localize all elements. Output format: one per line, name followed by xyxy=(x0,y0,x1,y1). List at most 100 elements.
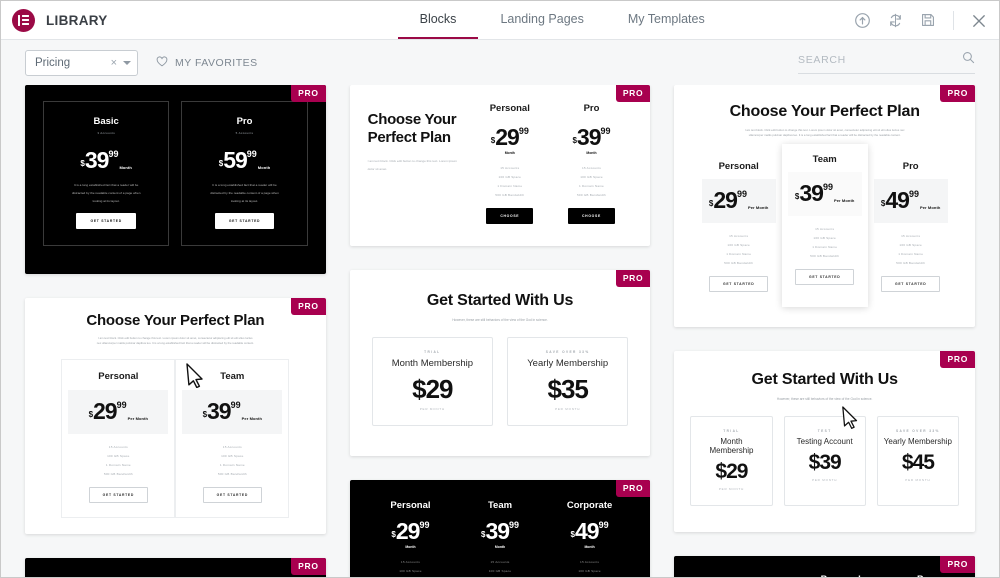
search-input[interactable] xyxy=(798,54,962,66)
feature-item: 1 Domain Name xyxy=(579,183,604,188)
plan-eyebrow: SAVE OVER 33% xyxy=(545,349,590,354)
pricing-tier: Personal $29 99 Per Month 15 Accounts 100 … xyxy=(61,358,176,518)
feature-item: 500 GB Bandwidth xyxy=(103,471,133,476)
pro-badge: PRO xyxy=(291,557,326,575)
feature-item: 100 GB Space xyxy=(580,174,603,179)
template-card[interactable]: PRO Basic 1 Account Advanced 3 Accounts … xyxy=(25,557,326,577)
plan-eyebrow: TRIAL xyxy=(424,349,441,354)
elementor-library-modal: LIBRARY Blocks Landing Pages My Template… xyxy=(0,0,1000,578)
feature-list: 15 Accounts 100 GB Space 1 Domain Name 5… xyxy=(182,443,282,479)
category-filter-select[interactable]: Pricing × xyxy=(25,49,138,76)
feature-item: 1 Domain Name xyxy=(898,251,924,256)
pro-badge: PRO xyxy=(940,85,976,102)
feature-list: 15 Accounts 100 GB Space 1 Domain Name xyxy=(366,558,456,577)
feature-item: 15 Accounts xyxy=(581,166,602,170)
price-amount: 49 xyxy=(885,186,910,213)
tab-landing-pages-label: Landing Pages xyxy=(500,12,584,26)
tab-landing-pages[interactable]: Landing Pages xyxy=(478,1,605,39)
price-amount: 39 xyxy=(84,147,110,173)
get-started-button[interactable]: GET STARTED xyxy=(880,275,941,292)
price-cents: 99 xyxy=(736,188,747,199)
plan-name: Testing Account xyxy=(796,436,853,446)
price-cents: 99 xyxy=(419,520,430,531)
page-title: LIBRARY xyxy=(46,12,108,28)
template-card[interactable]: PRO Personal $29 99 Month 15 Accounts 10… xyxy=(349,480,651,577)
tab-my-templates-label: My Templates xyxy=(627,12,705,26)
library-tabs: Blocks Landing Pages My Templates xyxy=(397,1,727,39)
price-cents: 99 xyxy=(518,126,529,136)
block-description: However, these are still behaviors of th… xyxy=(452,317,548,322)
get-started-button[interactable]: GET STARTED xyxy=(88,486,149,503)
pro-badge: PRO xyxy=(615,480,651,498)
plan-name: Team xyxy=(220,370,245,382)
membership-box: TRIAL Month Membership $29 PER MONTH xyxy=(371,336,494,427)
plan-name: Personal xyxy=(718,160,759,172)
plan-name: Personal xyxy=(489,103,530,114)
my-favorites-button[interactable]: MY FAVORITES xyxy=(156,54,258,72)
feature-item: 100 GB Space xyxy=(813,235,836,240)
choose-button[interactable]: CHOOSE xyxy=(568,207,615,224)
search-box[interactable] xyxy=(798,51,975,74)
modal-header: LIBRARY Blocks Landing Pages My Template… xyxy=(1,1,999,40)
plan-name: Personal xyxy=(390,500,431,512)
feature-item: 1 Domain Name xyxy=(366,576,456,577)
price-period: PER MONTH xyxy=(718,486,745,491)
feature-list: 15 Accounts 100 GB Space 1 Domain Name xyxy=(545,558,635,577)
block-title: Choose Your Perfect Plan xyxy=(367,111,457,146)
plan-name: Personal xyxy=(821,574,861,577)
price-cents: 99 xyxy=(509,520,520,531)
feature-item: 100 GB Space xyxy=(727,242,750,247)
feature-item: 15 Accounts xyxy=(108,444,128,449)
price-amount: $39 xyxy=(808,450,842,474)
get-started-button[interactable]: GET STARTED xyxy=(202,486,263,503)
price-period: Month xyxy=(586,151,597,155)
grid-column-1: PRO Basic 3 Accounts $39 99 Month It is … xyxy=(25,85,326,577)
upload-icon[interactable] xyxy=(854,12,871,29)
get-started-button[interactable]: GET STARTED xyxy=(794,268,855,285)
price-amount: 39 xyxy=(485,518,510,545)
feature-item: 15 Accounts xyxy=(815,226,835,231)
template-card[interactable]: PRO Choose Your Perfect Plan I am text b… xyxy=(25,298,326,534)
pricing-tier: Team $39 99 Per Month 15 Accounts 100 GB S… xyxy=(175,358,290,518)
template-card[interactable]: PRO Choose Your Perfect Plan I am text b… xyxy=(349,85,651,246)
template-card[interactable]: PRO Choose Personal Pro xyxy=(674,555,976,577)
feature-item: 100 GB Space xyxy=(107,453,130,458)
template-card[interactable]: PRO Get Started With Us However, these a… xyxy=(674,350,976,532)
pricing-tier: Personal $29 99 Per Month 15 Accounts 100 … xyxy=(696,151,782,306)
get-started-button[interactable]: GET STARTED xyxy=(76,213,136,230)
plan-name: Month Membership xyxy=(391,357,473,369)
clear-filter-icon[interactable]: × xyxy=(111,57,117,69)
sync-icon[interactable] xyxy=(887,12,904,29)
price-period: Per Month xyxy=(747,204,769,210)
plan-name: Team xyxy=(812,153,837,165)
feature-item: 15 Accounts xyxy=(222,444,242,449)
search-icon[interactable] xyxy=(962,51,975,69)
price-period: PER MONTH xyxy=(905,477,931,482)
feature-item: 500 GB Bandwidth xyxy=(724,260,754,265)
get-started-button[interactable]: GET STARTED xyxy=(708,275,769,292)
price-period: Per Month xyxy=(127,415,149,421)
tab-blocks[interactable]: Blocks xyxy=(397,1,479,39)
block-title: Get Started With Us xyxy=(751,370,898,388)
plan-name: Pro xyxy=(917,574,933,577)
choose-button[interactable]: CHOOSE xyxy=(486,207,534,224)
feature-item: 15 Accounts xyxy=(490,560,510,565)
feature-list: 15 Accounts 100 GB Space 1 Domain Name 5… xyxy=(788,225,862,261)
pricing-tier: Personal xyxy=(821,574,861,577)
block-title: Choose Your Perfect Plan xyxy=(729,103,920,120)
template-card[interactable]: PRO Basic 3 Accounts $39 99 Month It is … xyxy=(25,85,326,275)
membership-box: TRIAL Month Membership $29 PER MONTH xyxy=(690,415,773,506)
block-description: I am text block. Click edit button to ch… xyxy=(367,159,457,172)
tab-my-templates[interactable]: My Templates xyxy=(606,1,727,39)
feature-item: 15 Accounts xyxy=(500,166,520,170)
price-amount: 39 xyxy=(799,179,824,206)
save-icon[interactable] xyxy=(920,12,937,29)
template-card[interactable]: PRO Get Started With Us However, these a… xyxy=(349,269,651,457)
feature-item: 500 GB Bandwidth xyxy=(576,192,606,197)
template-card[interactable]: PRO Choose Your Perfect Plan I am text b… xyxy=(674,85,976,327)
price-period: Month xyxy=(257,165,271,170)
close-icon[interactable] xyxy=(970,12,987,29)
feature-item: 1 Domain Name xyxy=(455,576,545,577)
price-cents: 99 xyxy=(908,188,919,199)
get-started-button[interactable]: GET STARTED xyxy=(214,213,275,230)
